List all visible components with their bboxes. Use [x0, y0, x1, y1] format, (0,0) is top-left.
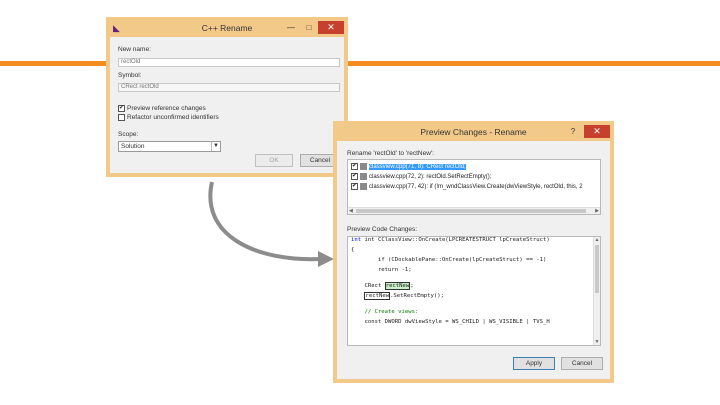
orange-accent-line-right [346, 61, 720, 66]
code-line: return -1; [351, 267, 412, 273]
reference-tree[interactable]: ✔ classview.cpp(71, 8): CRect rectOld; ✔ c… [347, 159, 601, 215]
scope-dropdown[interactable]: Solution ▼ [118, 141, 221, 152]
close-button[interactable]: ✕ [318, 21, 344, 34]
scope-dropdown-value: Solution [121, 143, 145, 150]
chevron-down-icon: ▼ [211, 142, 220, 151]
row-checkbox[interactable]: ✔ [351, 183, 358, 190]
code-preview-pane[interactable]: int int CClassView::OnCreate(LPCREATESTR… [347, 236, 601, 346]
code-line: rectNew.SetRectEmpty(); [351, 292, 444, 300]
renamed-identifier: rectNew [364, 292, 391, 300]
cancel-button[interactable]: Cancel [561, 357, 603, 370]
scrollbar-thumb[interactable] [595, 245, 599, 293]
symbol-field: CRect rectOld [118, 83, 340, 92]
code-line: if (CDockablePane::OnCreate(lpCreateStru… [351, 257, 546, 263]
symbol-label: Symbol: [118, 72, 142, 79]
file-icon [360, 163, 367, 170]
file-icon [360, 183, 367, 190]
help-button[interactable]: ? [564, 125, 582, 138]
maximize-button[interactable]: □ [300, 21, 318, 34]
tree-row[interactable]: ✔ classview.cpp(71, 8): CRect rectOld; [351, 163, 466, 171]
apply-button[interactable]: Apply [513, 357, 555, 370]
row-checkbox[interactable]: ✔ [351, 163, 358, 170]
new-name-label: New name: [118, 46, 151, 53]
scroll-up-icon[interactable]: ▲ [594, 237, 600, 243]
new-name-input[interactable]: rectOld [118, 58, 340, 67]
preview-titlebar: Preview Changes - Rename ? ✕ [337, 125, 610, 141]
row-checkbox[interactable]: ✔ [351, 173, 358, 180]
cpp-rename-dialog: ◣ C++ Rename — □ ✕ New name: rectOld Sym… [106, 17, 348, 177]
code-line: int int CClassView::OnCreate(LPCREATESTR… [351, 237, 550, 243]
preview-reference-changes-row[interactable]: ✔ Preview reference changes [118, 105, 206, 112]
horizontal-scrollbar[interactable]: ◀ ▶ [348, 207, 600, 214]
code-comment: // Create views: [351, 309, 419, 315]
tree-row-text: classview.cpp(71, 8): CRect rectOld; [369, 164, 466, 171]
rename-titlebar: ◣ C++ Rename — □ ✕ [110, 21, 344, 37]
vertical-scrollbar[interactable]: ▲ ▼ [593, 237, 600, 345]
code-changes-caption: Preview Code Changes: [347, 226, 418, 233]
scroll-left-icon[interactable]: ◀ [349, 208, 353, 214]
code-text: int CClassView::OnCreate(LPCREATESTRUCT … [364, 237, 550, 243]
scrollbar-thumb[interactable] [356, 209, 586, 213]
tree-row-text: classview.cpp(77, 42): if (!m_wndClassVi… [369, 184, 583, 191]
code-line: const DWORD dwViewStyle = WS_CHILD | WS_… [351, 319, 550, 325]
scope-label: Scope: [118, 131, 139, 138]
preview-checkbox-label: Preview reference changes [127, 105, 206, 113]
scroll-right-icon[interactable]: ▶ [595, 208, 599, 214]
tree-row[interactable]: ✔ classview.cpp(77, 42): if (!m_wndClassV… [351, 183, 583, 190]
renamed-identifier: rectNew [384, 282, 411, 290]
code-text: .SetRectEmpty(); [390, 293, 444, 299]
refactor-checkbox[interactable] [118, 114, 125, 121]
scroll-down-icon[interactable]: ▼ [594, 339, 600, 345]
minimize-button[interactable]: — [282, 21, 300, 34]
code-text: ; [410, 283, 414, 289]
code-keyword [351, 257, 364, 263]
code-text: if (CDockablePane::OnCreate(lpCreateStru… [364, 257, 547, 263]
file-icon [360, 173, 367, 180]
close-button[interactable]: ✕ [584, 125, 610, 138]
orange-accent-line-left [0, 61, 108, 66]
code-text: CRect [351, 283, 385, 289]
ok-button[interactable]: OK [255, 154, 293, 167]
refactor-checkbox-label: Refactor unconfirmed identifiers [127, 114, 219, 122]
code-line: { [351, 247, 355, 253]
preview-checkbox[interactable]: ✔ [118, 105, 125, 112]
refactor-unconfirmed-row[interactable]: Refactor unconfirmed identifiers [118, 114, 219, 121]
tree-row-text: classview.cpp(72, 2): rectOld.SetRectEmp… [369, 174, 492, 181]
code-line: CRect rectNew; [351, 282, 414, 290]
code-keyword: int [351, 237, 365, 243]
preview-changes-dialog: Preview Changes - Rename ? ✕ Rename 'rec… [333, 121, 614, 383]
rename-caption: Rename 'rectOld' to 'rectNew': [347, 150, 434, 157]
tree-row[interactable]: ✔ classview.cpp(72, 2): rectOld.SetRectEm… [351, 173, 491, 180]
